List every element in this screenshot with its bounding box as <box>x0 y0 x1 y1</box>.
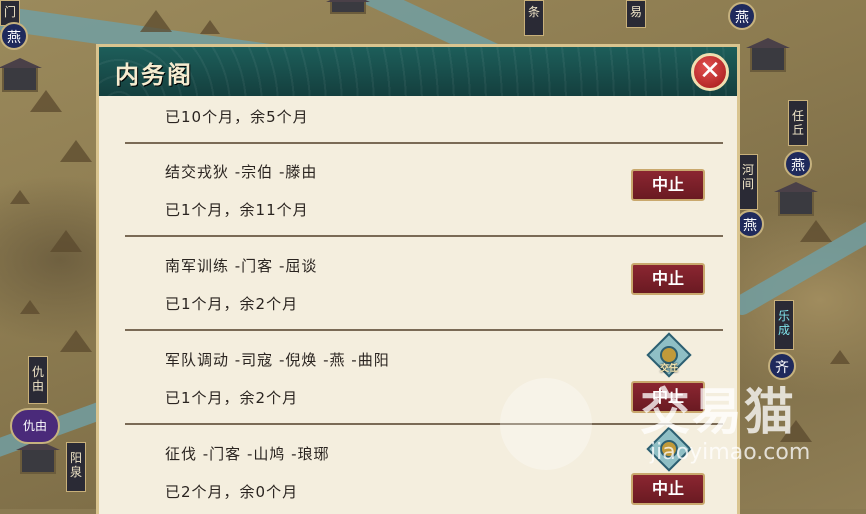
task-progress: 已2个月，余0个月 <box>165 483 299 501</box>
city-label-tiao[interactable]: 条 <box>524 0 544 36</box>
stop-button[interactable]: 中止 <box>631 473 705 505</box>
task-title: 征伐 -门客 -山鸠 -琅琊 <box>165 445 330 463</box>
city-label-yi[interactable]: 易 <box>626 0 646 28</box>
fort-icon[interactable] <box>774 182 818 216</box>
close-button[interactable]: ✕ <box>691 53 729 91</box>
fort-icon[interactable] <box>746 38 790 72</box>
dialog-title: 内务阁 <box>115 61 193 89</box>
nation-badge-qiuyou[interactable]: 仇由 <box>10 408 60 444</box>
city-label-renqiu[interactable]: 任丘 <box>788 100 808 146</box>
nation-badge-yan[interactable]: 燕 <box>0 22 28 50</box>
nation-badge-yan[interactable]: 燕 <box>736 210 764 238</box>
task-title: 南军训练 -门客 -屈谈 <box>165 257 318 275</box>
stop-button[interactable]: 中止 <box>631 381 705 413</box>
fort-icon[interactable] <box>0 58 42 92</box>
nation-badge-yan[interactable]: 燕 <box>728 2 756 30</box>
task-progress: 已1个月，余11个月 <box>165 201 309 219</box>
city-label-yangquan[interactable]: 阳泉 <box>66 442 86 492</box>
fort-icon[interactable] <box>16 440 60 474</box>
badge-label: 交任 <box>659 364 678 374</box>
hand-over-icon[interactable] <box>646 426 692 472</box>
city-label-qiuyou[interactable]: 仇由 <box>28 356 48 404</box>
stop-button[interactable]: 中止 <box>631 169 705 201</box>
task-title: 军队调动 -司寇 -倪焕 -燕 -曲阳 <box>165 351 390 369</box>
task-row: 征伐 -门客 -山鸠 -琅琊 已2个月，余0个月 中止 <box>125 425 723 514</box>
neiwuge-dialog: 内务阁 ✕ 已10个月，余5个月 结交戎狄 -宗伯 -滕由 已1个月，余11个月… <box>96 44 740 514</box>
city-label-hejian[interactable]: 河间 <box>738 154 758 210</box>
task-row: 已10个月，余5个月 <box>125 96 723 144</box>
dialog-title-bar: 内务阁 ✕ <box>96 44 740 96</box>
nation-badge-qi[interactable]: 齐 <box>768 352 796 380</box>
city-label-lecheng[interactable]: 乐成 <box>774 300 794 350</box>
task-row: 南军训练 -门客 -屈谈 已1个月，余2个月 中止 <box>125 237 723 331</box>
task-progress: 已10个月，余5个月 <box>165 108 309 126</box>
task-row: 结交戎狄 -宗伯 -滕由 已1个月，余11个月 中止 <box>125 143 723 237</box>
stop-button[interactable]: 中止 <box>631 263 705 295</box>
task-progress: 已1个月，余2个月 <box>165 295 299 313</box>
task-title: 结交戎狄 -宗伯 -滕由 <box>165 163 318 181</box>
task-list[interactable]: 已10个月，余5个月 结交戎狄 -宗伯 -滕由 已1个月，余11个月 中止 南军… <box>96 96 740 514</box>
fort-icon[interactable] <box>326 0 370 14</box>
task-progress: 已1个月，余2个月 <box>165 389 299 407</box>
hand-over-icon[interactable]: 交任 <box>646 332 692 378</box>
nation-badge-yan[interactable]: 燕 <box>784 150 812 178</box>
task-row: 军队调动 -司寇 -倪焕 -燕 -曲阳 已1个月，余2个月 交任 中止 <box>125 331 723 425</box>
